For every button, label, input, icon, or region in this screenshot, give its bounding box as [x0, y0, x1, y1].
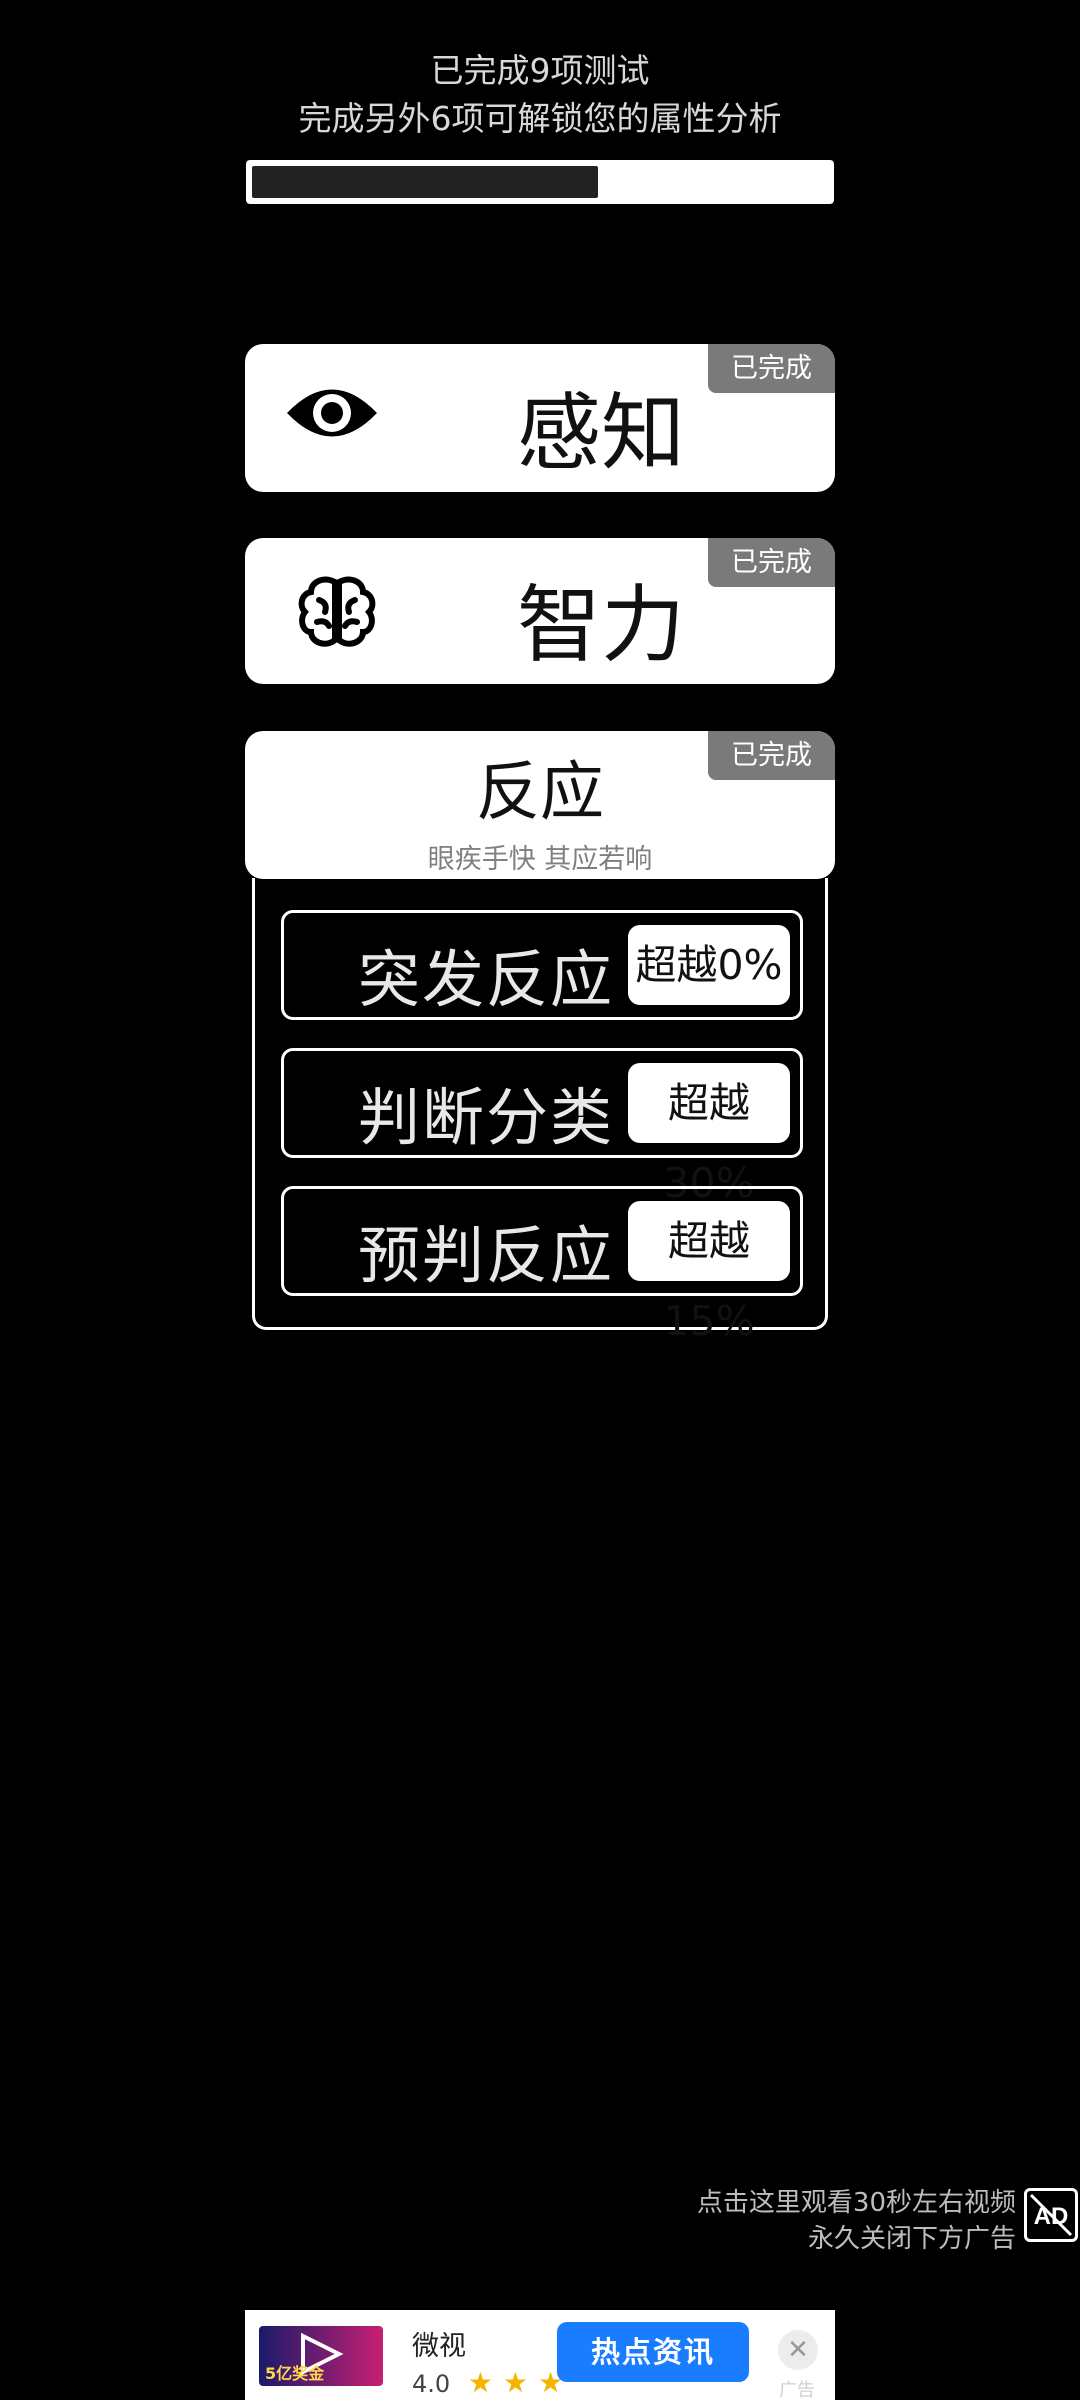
ad-rating: 4.0 ★ ★ ★	[412, 2366, 563, 2399]
progress-fill	[252, 166, 598, 198]
test-item-sudden-reaction[interactable]: 突发反应 超越0%	[281, 910, 803, 1020]
watch-video-prompt[interactable]: 点击这里观看30秒左右视频	[697, 2182, 1016, 2219]
star-icon: ★	[467, 2366, 493, 2399]
ad-app-thumbnail: 5亿奖金	[259, 2326, 383, 2386]
test-item-anticipation-reaction[interactable]: 预判反应 超越15%	[281, 1186, 803, 1345]
star-icon: ★	[502, 2366, 529, 2399]
test-label: 判断分类	[358, 1081, 615, 1154]
test-result-badge: 超越0%	[628, 925, 790, 1005]
ad-thumb-text: 5亿奖金	[265, 2364, 325, 2383]
ad-rating-value: 4.0	[412, 2370, 451, 2398]
brain-icon	[297, 576, 377, 652]
ad-app-name: 微视	[412, 2331, 466, 2362]
remove-ads-prompt[interactable]: 永久关闭下方广告	[808, 2218, 1016, 2255]
unlock-hint-text: 完成另外6项可解锁您的属性分析	[298, 99, 782, 138]
category-subtitle: 眼疾手快 其应若响	[427, 844, 653, 875]
completed-badge: 已完成	[708, 344, 835, 393]
banner-ad[interactable]: 5亿奖金 微视 4.0 ★ ★ ★ 热点资讯 ✕ 广告	[245, 2310, 835, 2400]
completed-badge: 已完成	[708, 731, 835, 780]
test-result-badge: 超越30%	[628, 1063, 790, 1207]
test-label: 预判反应	[358, 1219, 615, 1292]
category-title: 感知	[517, 384, 686, 482]
no-ad-icon[interactable]: AD	[1024, 2188, 1078, 2242]
test-progress-bar	[246, 160, 834, 204]
category-title: 智力	[517, 576, 686, 674]
completed-count-text: 已完成9项测试	[430, 51, 650, 90]
eye-icon	[285, 380, 379, 450]
ad-label: 广告	[779, 2380, 815, 2400]
close-icon[interactable]: ✕	[778, 2330, 818, 2370]
test-label: 突发反应	[358, 943, 615, 1016]
test-result-badge: 超越15%	[628, 1201, 790, 1345]
completed-badge: 已完成	[708, 538, 835, 587]
reaction-tests-panel: 突发反应 超越0% 判断分类 超越30% 预判反应 超越15%	[252, 878, 828, 1345]
ad-cta-button[interactable]: 热点资讯	[557, 2322, 749, 2382]
category-card-intelligence[interactable]: 智力 已完成	[245, 538, 835, 684]
test-item-judgment-classification[interactable]: 判断分类 超越30%	[281, 1048, 803, 1207]
category-card-perception[interactable]: 感知 已完成	[245, 344, 835, 492]
category-card-reaction[interactable]: 反应 眼疾手快 其应若响 已完成	[245, 731, 835, 879]
